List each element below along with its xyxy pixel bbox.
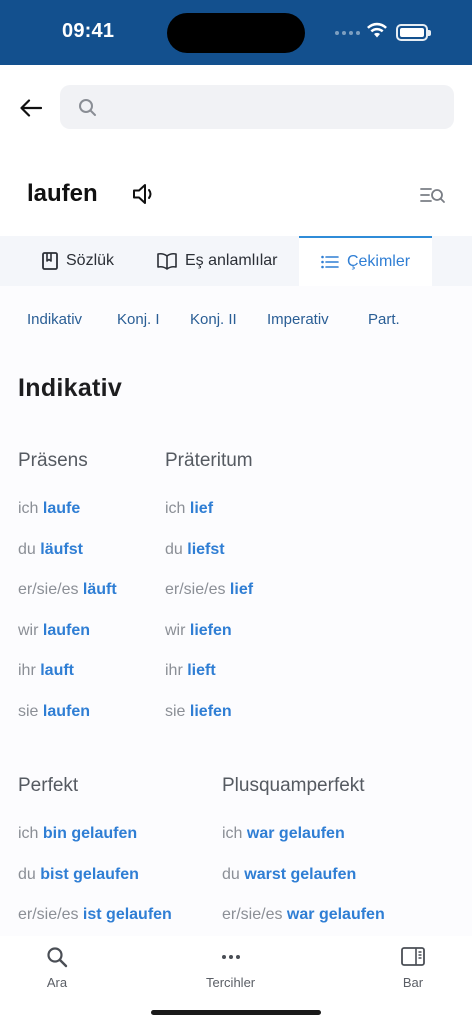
status-time: 09:41 <box>62 20 115 42</box>
conjugation-row: du liefst <box>165 541 225 558</box>
nav-label: Ara <box>46 975 68 990</box>
tense-title-praesens: Präsens <box>18 450 88 471</box>
mood-link-partizip[interactable]: Part. <box>368 311 400 328</box>
conjugation-row: du warst gelaufen <box>222 866 357 883</box>
conjugation-row: ich bin gelaufen <box>18 825 138 842</box>
nav-bar[interactable]: Bar <box>401 946 425 990</box>
conjugation-row: ich laufe <box>18 500 81 517</box>
book-icon <box>42 252 58 270</box>
list-icon <box>321 255 339 269</box>
tense-title-plusquamperfekt: Plusquamperfekt <box>222 775 365 796</box>
tab-bar: Sözlük Eş anlamlılar Çekimler <box>0 236 472 286</box>
sidebar-icon <box>401 947 425 966</box>
conjugation-row: er/sie/es war gelaufen <box>222 906 385 923</box>
open-book-icon <box>157 252 177 270</box>
word-header: laufen <box>0 160 472 230</box>
conjugation-row: wir liefen <box>165 622 232 639</box>
speaker-icon[interactable] <box>131 182 157 206</box>
nav-preferences[interactable]: Tercihler <box>206 946 255 990</box>
search-icon <box>47 947 68 968</box>
nav-label: Tercihler <box>206 975 256 990</box>
tab-conjugations[interactable]: Çekimler <box>299 236 432 286</box>
search-bar[interactable] <box>60 85 454 129</box>
section-title: Indikativ <box>18 374 123 402</box>
nav-search[interactable]: Ara <box>46 946 68 990</box>
tab-dictionary[interactable]: Sözlük <box>42 236 114 286</box>
wifi-icon <box>367 22 387 38</box>
conjugation-row: wir laufen <box>18 622 91 639</box>
conjugation-row: ich war gelaufen <box>222 825 345 842</box>
mood-link-imperativ[interactable]: Imperativ <box>267 311 329 328</box>
tense-title-perfekt: Perfekt <box>18 775 79 796</box>
tense-title-praeteritum: Präteritum <box>165 450 253 471</box>
word-title: laufen <box>27 180 98 207</box>
mood-link-konj-2[interactable]: Konj. II <box>190 311 237 328</box>
conjugation-row: ich lief <box>165 500 214 517</box>
battery-icon <box>396 24 431 41</box>
mood-link-indikativ[interactable]: Indikativ <box>27 311 82 328</box>
tab-label: Sözlük <box>66 252 115 269</box>
arrow-left-icon <box>20 99 42 117</box>
tab-label: Eş anlamlılar <box>185 252 278 269</box>
nav-label: Bar <box>402 975 424 990</box>
conjugation-row: sie liefen <box>165 703 232 720</box>
conjugation-row: er/sie/es lief <box>165 581 254 598</box>
tab-label: Çekimler <box>346 253 411 270</box>
conjugation-row: du bist gelaufen <box>18 866 139 883</box>
conjugation-row: ihr lieft <box>165 662 216 679</box>
tab-synonyms[interactable]: Eş anlamlılar <box>157 236 277 286</box>
status-bar: 09:41 <box>0 0 472 65</box>
find-in-page-icon[interactable] <box>420 185 446 205</box>
conjugation-panel: Indikativ Konj. I Konj. II Imperativ Par… <box>0 286 472 936</box>
more-icon <box>221 955 240 959</box>
conjugation-row: sie laufen <box>18 703 91 720</box>
conjugation-row: ihr lauft <box>18 662 75 679</box>
top-bar <box>0 65 472 155</box>
dynamic-island <box>167 13 305 53</box>
bottom-nav: Ara Tercihler Bar <box>0 936 472 1024</box>
cellular-signal-icon <box>335 31 360 35</box>
search-input[interactable] <box>110 85 440 129</box>
conjugation-row: du läufst <box>18 541 83 558</box>
home-indicator <box>151 1010 321 1015</box>
conjugation-row: er/sie/es läuft <box>18 581 117 598</box>
back-button[interactable] <box>16 93 46 123</box>
search-icon <box>79 99 96 116</box>
conjugation-row: er/sie/es ist gelaufen <box>18 906 172 923</box>
mood-link-konj-1[interactable]: Konj. I <box>117 311 160 328</box>
